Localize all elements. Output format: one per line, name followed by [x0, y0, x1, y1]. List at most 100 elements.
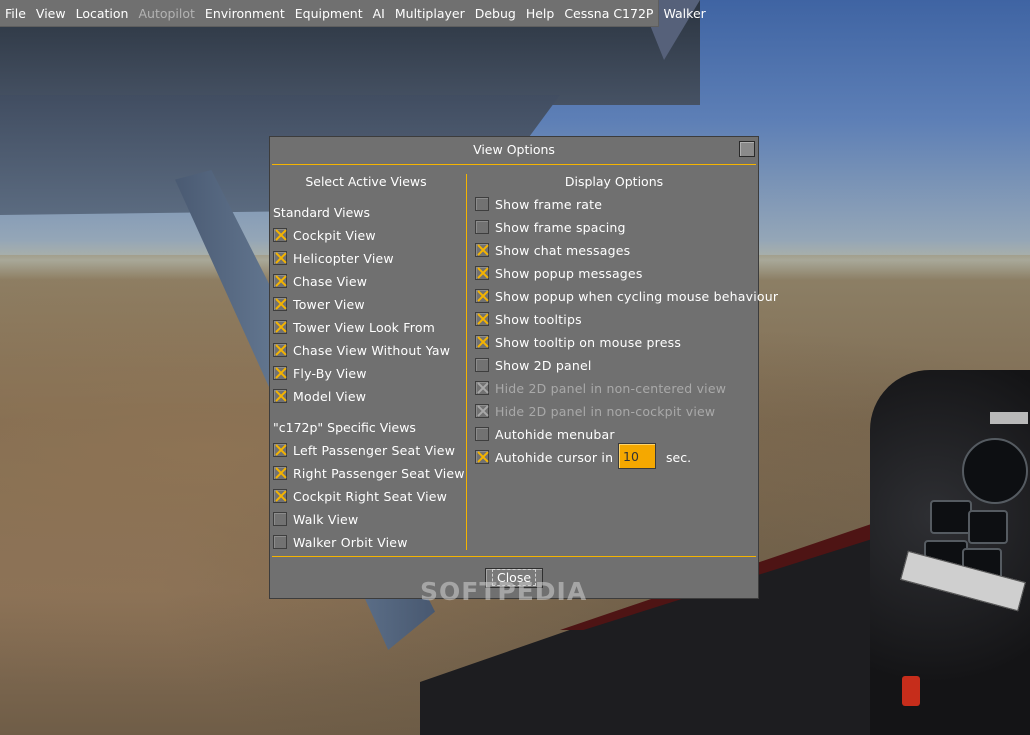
option-chase-view[interactable]: Chase View [273, 272, 367, 290]
menu-help[interactable]: Help [526, 6, 555, 21]
menu-cessna-c172p[interactable]: Cessna C172P [564, 6, 653, 21]
option-show-popup-messages[interactable]: Show popup messages [475, 264, 643, 282]
option-label: Show 2D panel [495, 357, 592, 373]
menu-autopilot: Autopilot [138, 5, 195, 21]
option-label: Show popup when cycling mouse behaviour [495, 288, 779, 304]
option-tower-view[interactable]: Tower View [273, 295, 365, 313]
checkbox-checked-icon[interactable] [475, 266, 489, 280]
checkbox-checked-icon[interactable] [475, 312, 489, 326]
option-cockpit-view[interactable]: Cockpit View [273, 226, 376, 244]
option-cockpit-right-seat-view[interactable]: Cockpit Right Seat View [273, 487, 447, 505]
option-autohide-cursor-in[interactable]: Autohide cursor in [475, 448, 613, 466]
option-label: Left Passenger Seat View [293, 442, 456, 458]
option-label: Fly-By View [293, 365, 367, 381]
checkbox-checked-icon[interactable] [273, 228, 287, 242]
option-left-passenger-seat-view[interactable]: Left Passenger Seat View [273, 441, 455, 459]
option-show-tooltip-on-mouse-press[interactable]: Show tooltip on mouse press [475, 333, 681, 351]
option-show-popup-when-cycling-mouse-behaviour[interactable]: Show popup when cycling mouse behaviour [475, 287, 778, 305]
checkbox-checked-icon [475, 381, 489, 395]
checkbox-checked-icon[interactable] [273, 343, 287, 357]
checkbox-checked-icon[interactable] [475, 335, 489, 349]
checkbox-checked-icon[interactable] [273, 389, 287, 403]
option-walker-orbit-view[interactable]: Walker Orbit View [273, 533, 408, 551]
checkbox-checked-icon [475, 404, 489, 418]
checkbox-checked-icon[interactable] [475, 243, 489, 257]
checkbox-checked-icon[interactable] [273, 466, 287, 480]
checkbox-checked-icon[interactable] [273, 443, 287, 457]
option-fly-by-view[interactable]: Fly-By View [273, 364, 367, 382]
option-label: Show tooltips [495, 311, 582, 327]
checkbox-checked-icon[interactable] [273, 366, 287, 380]
option-show-frame-rate[interactable]: Show frame rate [475, 195, 602, 213]
option-hide-2d-panel-in-non-cockpit-view: Hide 2D panel in non-cockpit view [475, 402, 715, 420]
option-label: Show chat messages [495, 242, 631, 258]
checkbox-checked-icon[interactable] [475, 289, 489, 303]
fuel-gauge-icon [968, 510, 1008, 544]
menu-equipment[interactable]: Equipment [295, 6, 363, 21]
option-label: Model View [293, 388, 367, 404]
option-label: Show frame spacing [495, 219, 626, 235]
column-divider [466, 174, 467, 550]
option-label: Helicopter View [293, 250, 394, 266]
option-autohide-menubar[interactable]: Autohide menubar [475, 425, 615, 443]
panel-tag [990, 412, 1028, 424]
option-helicopter-view[interactable]: Helicopter View [273, 249, 394, 267]
option-right-passenger-seat-view[interactable]: Right Passenger Seat View [273, 464, 465, 482]
right-column-title: Display Options [564, 174, 664, 189]
autohide-cursor-unit: sec. [666, 450, 692, 465]
clock-gauge-icon [962, 438, 1028, 504]
view-options-dialog: View Options Select Active Views Display… [269, 136, 778, 599]
checkbox-unchecked-icon[interactable] [273, 512, 287, 526]
option-label: Autohide cursor in [495, 449, 614, 465]
mixture-knob [902, 676, 920, 706]
checkbox-checked-icon[interactable] [273, 489, 287, 503]
menu-view[interactable]: View [36, 6, 66, 21]
left-column-title: Select Active Views [305, 174, 427, 189]
menu-debug[interactable]: Debug [475, 6, 516, 21]
option-label: Cockpit View [293, 227, 376, 243]
menubar: File View Location Autopilot Environment Equi… [0, 0, 706, 27]
option-label: Walk View [293, 511, 359, 527]
dialog-title: View Options [473, 142, 555, 157]
option-show-frame-spacing[interactable]: Show frame spacing [475, 218, 626, 236]
title-divider [272, 164, 756, 165]
checkbox-unchecked-icon[interactable] [273, 535, 287, 549]
dialog-close-icon[interactable] [739, 141, 755, 157]
standard-views-label: Standard Views [273, 205, 371, 220]
checkbox-checked-icon[interactable] [273, 297, 287, 311]
option-model-view[interactable]: Model View [273, 387, 366, 405]
checkbox-unchecked-icon[interactable] [475, 197, 489, 211]
option-tower-view-look-from[interactable]: Tower View Look From [273, 318, 435, 336]
checkbox-checked-icon[interactable] [273, 274, 287, 288]
option-label: Chase View Without Yaw [293, 342, 451, 358]
option-label: Chase View [293, 273, 368, 289]
footer-divider [272, 556, 756, 557]
option-chase-view-without-yaw[interactable]: Chase View Without Yaw [273, 341, 450, 359]
autohide-cursor-seconds-input[interactable] [618, 443, 656, 469]
option-show-tooltips[interactable]: Show tooltips [475, 310, 582, 328]
option-label: Show frame rate [495, 196, 603, 212]
menu-multiplayer[interactable]: Multiplayer [395, 6, 465, 21]
option-label: Hide 2D panel in non-centered view [495, 380, 727, 396]
checkbox-checked-icon[interactable] [273, 251, 287, 265]
specific-views-label: "c172p" Specific Views [273, 420, 416, 435]
checkbox-unchecked-icon[interactable] [475, 358, 489, 372]
checkbox-checked-icon[interactable] [273, 320, 287, 334]
option-show-2d-panel[interactable]: Show 2D panel [475, 356, 592, 374]
option-label: Tower View [293, 296, 365, 312]
option-show-chat-messages[interactable]: Show chat messages [475, 241, 630, 259]
option-label: Cockpit Right Seat View [293, 488, 448, 504]
option-label: Walker Orbit View [293, 534, 408, 550]
menu-location[interactable]: Location [76, 6, 129, 21]
menu-ai[interactable]: AI [373, 6, 385, 21]
option-label: Right Passenger Seat View [293, 465, 465, 481]
checkbox-unchecked-icon[interactable] [475, 220, 489, 234]
menu-walker[interactable]: Walker [663, 6, 705, 21]
checkbox-unchecked-icon[interactable] [475, 427, 489, 441]
option-walk-view[interactable]: Walk View [273, 510, 358, 528]
menu-file[interactable]: File [5, 6, 26, 21]
option-label: Show tooltip on mouse press [495, 334, 682, 350]
option-label: Autohide menubar [495, 426, 615, 442]
checkbox-checked-icon[interactable] [475, 450, 489, 464]
menu-environment[interactable]: Environment [205, 6, 285, 21]
